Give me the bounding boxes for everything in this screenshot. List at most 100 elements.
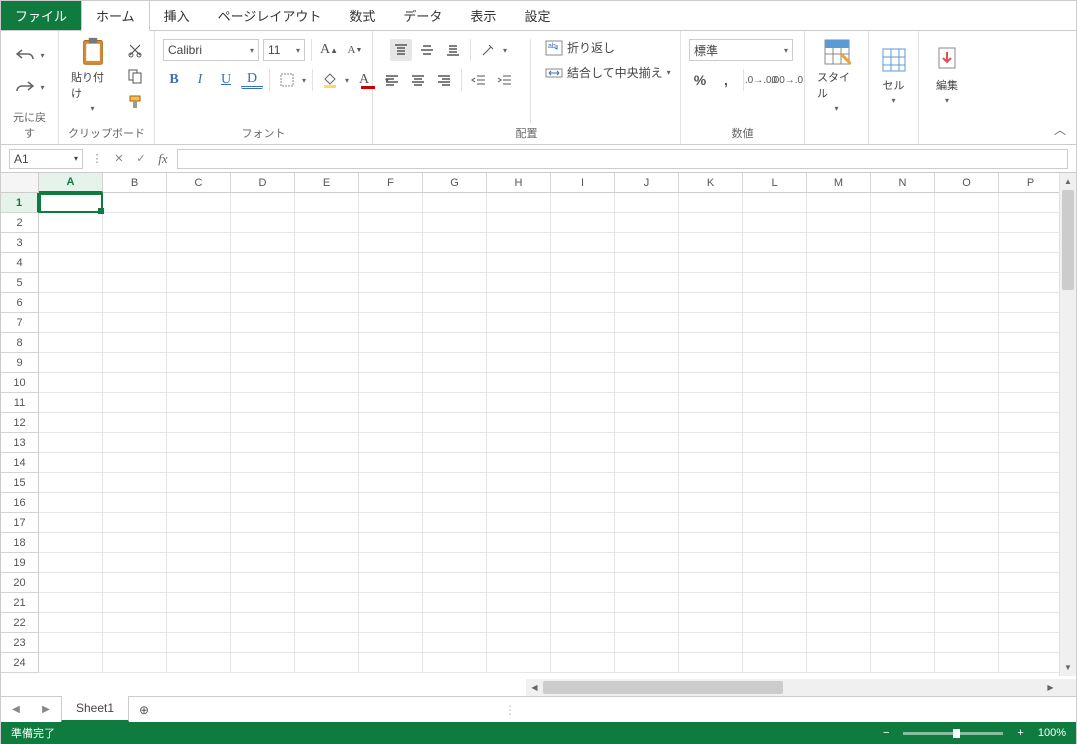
cell-L7[interactable]: [743, 313, 807, 333]
cell-E3[interactable]: [295, 233, 359, 253]
cell-A20[interactable]: [39, 573, 103, 593]
orientation-button[interactable]: [477, 39, 499, 61]
collapse-ribbon-button[interactable]: ︿: [1054, 121, 1066, 138]
cell-P8[interactable]: [999, 333, 1063, 353]
row-header-6[interactable]: 6: [1, 293, 39, 313]
cell-N15[interactable]: [871, 473, 935, 493]
cell-N4[interactable]: [871, 253, 935, 273]
cell-H5[interactable]: [487, 273, 551, 293]
align-middle-button[interactable]: [416, 39, 438, 61]
cell-F3[interactable]: [359, 233, 423, 253]
horizontal-scrollbar[interactable]: ◀ ▶: [526, 679, 1059, 696]
cell-J6[interactable]: [615, 293, 679, 313]
cell-F16[interactable]: [359, 493, 423, 513]
cell-M3[interactable]: [807, 233, 871, 253]
cell-E9[interactable]: [295, 353, 359, 373]
name-box[interactable]: A1▾: [9, 149, 83, 169]
cell-A3[interactable]: [39, 233, 103, 253]
cell-L24[interactable]: [743, 653, 807, 673]
row-header-10[interactable]: 10: [1, 373, 39, 393]
cell-P22[interactable]: [999, 613, 1063, 633]
cell-I21[interactable]: [551, 593, 615, 613]
cell-F2[interactable]: [359, 213, 423, 233]
cell-L18[interactable]: [743, 533, 807, 553]
row-header-1[interactable]: 1: [1, 193, 39, 213]
cell-F4[interactable]: [359, 253, 423, 273]
cell-J18[interactable]: [615, 533, 679, 553]
cell-D18[interactable]: [231, 533, 295, 553]
cell-D14[interactable]: [231, 453, 295, 473]
cell-B1[interactable]: [103, 193, 167, 213]
cell-I15[interactable]: [551, 473, 615, 493]
tab-file[interactable]: ファイル: [1, 1, 81, 30]
cell-A6[interactable]: [39, 293, 103, 313]
cell-H14[interactable]: [487, 453, 551, 473]
cell-F21[interactable]: [359, 593, 423, 613]
cell-B19[interactable]: [103, 553, 167, 573]
cell-P6[interactable]: [999, 293, 1063, 313]
cell-M9[interactable]: [807, 353, 871, 373]
cell-I13[interactable]: [551, 433, 615, 453]
cell-D15[interactable]: [231, 473, 295, 493]
cell-C14[interactable]: [167, 453, 231, 473]
align-top-button[interactable]: [390, 39, 412, 61]
row-header-2[interactable]: 2: [1, 213, 39, 233]
cell-I23[interactable]: [551, 633, 615, 653]
cell-D11[interactable]: [231, 393, 295, 413]
cell-H4[interactable]: [487, 253, 551, 273]
cell-H24[interactable]: [487, 653, 551, 673]
cell-M19[interactable]: [807, 553, 871, 573]
cell-N12[interactable]: [871, 413, 935, 433]
cell-J9[interactable]: [615, 353, 679, 373]
cell-F15[interactable]: [359, 473, 423, 493]
cell-L22[interactable]: [743, 613, 807, 633]
cell-N10[interactable]: [871, 373, 935, 393]
column-header-E[interactable]: E: [295, 173, 359, 193]
cell-K20[interactable]: [679, 573, 743, 593]
cell-C23[interactable]: [167, 633, 231, 653]
cell-J1[interactable]: [615, 193, 679, 213]
cell-O8[interactable]: [935, 333, 999, 353]
cell-E8[interactable]: [295, 333, 359, 353]
cell-L21[interactable]: [743, 593, 807, 613]
align-left-button[interactable]: [381, 69, 403, 91]
cancel-formula-button[interactable]: ✕: [111, 151, 127, 167]
cell-H6[interactable]: [487, 293, 551, 313]
cell-G19[interactable]: [423, 553, 487, 573]
cell-D3[interactable]: [231, 233, 295, 253]
cell-E20[interactable]: [295, 573, 359, 593]
cell-O23[interactable]: [935, 633, 999, 653]
cell-G3[interactable]: [423, 233, 487, 253]
row-header-11[interactable]: 11: [1, 393, 39, 413]
border-button[interactable]: [276, 69, 298, 91]
scroll-right-button[interactable]: ▶: [1042, 679, 1059, 696]
cell-M6[interactable]: [807, 293, 871, 313]
cell-M13[interactable]: [807, 433, 871, 453]
select-all-corner[interactable]: [1, 173, 39, 193]
cell-P18[interactable]: [999, 533, 1063, 553]
cell-A9[interactable]: [39, 353, 103, 373]
cell-L9[interactable]: [743, 353, 807, 373]
cell-K17[interactable]: [679, 513, 743, 533]
italic-button[interactable]: I: [189, 69, 211, 91]
cell-I16[interactable]: [551, 493, 615, 513]
cell-K5[interactable]: [679, 273, 743, 293]
cell-K10[interactable]: [679, 373, 743, 393]
column-header-J[interactable]: J: [615, 173, 679, 193]
cell-O4[interactable]: [935, 253, 999, 273]
cell-P12[interactable]: [999, 413, 1063, 433]
cell-M15[interactable]: [807, 473, 871, 493]
decrease-indent-button[interactable]: [468, 69, 490, 91]
cell-O13[interactable]: [935, 433, 999, 453]
cell-B11[interactable]: [103, 393, 167, 413]
align-center-button[interactable]: [407, 69, 429, 91]
cell-M8[interactable]: [807, 333, 871, 353]
cell-D17[interactable]: [231, 513, 295, 533]
cell-I3[interactable]: [551, 233, 615, 253]
cell-N24[interactable]: [871, 653, 935, 673]
cell-B23[interactable]: [103, 633, 167, 653]
cell-F9[interactable]: [359, 353, 423, 373]
cell-A23[interactable]: [39, 633, 103, 653]
cell-K21[interactable]: [679, 593, 743, 613]
cell-E24[interactable]: [295, 653, 359, 673]
